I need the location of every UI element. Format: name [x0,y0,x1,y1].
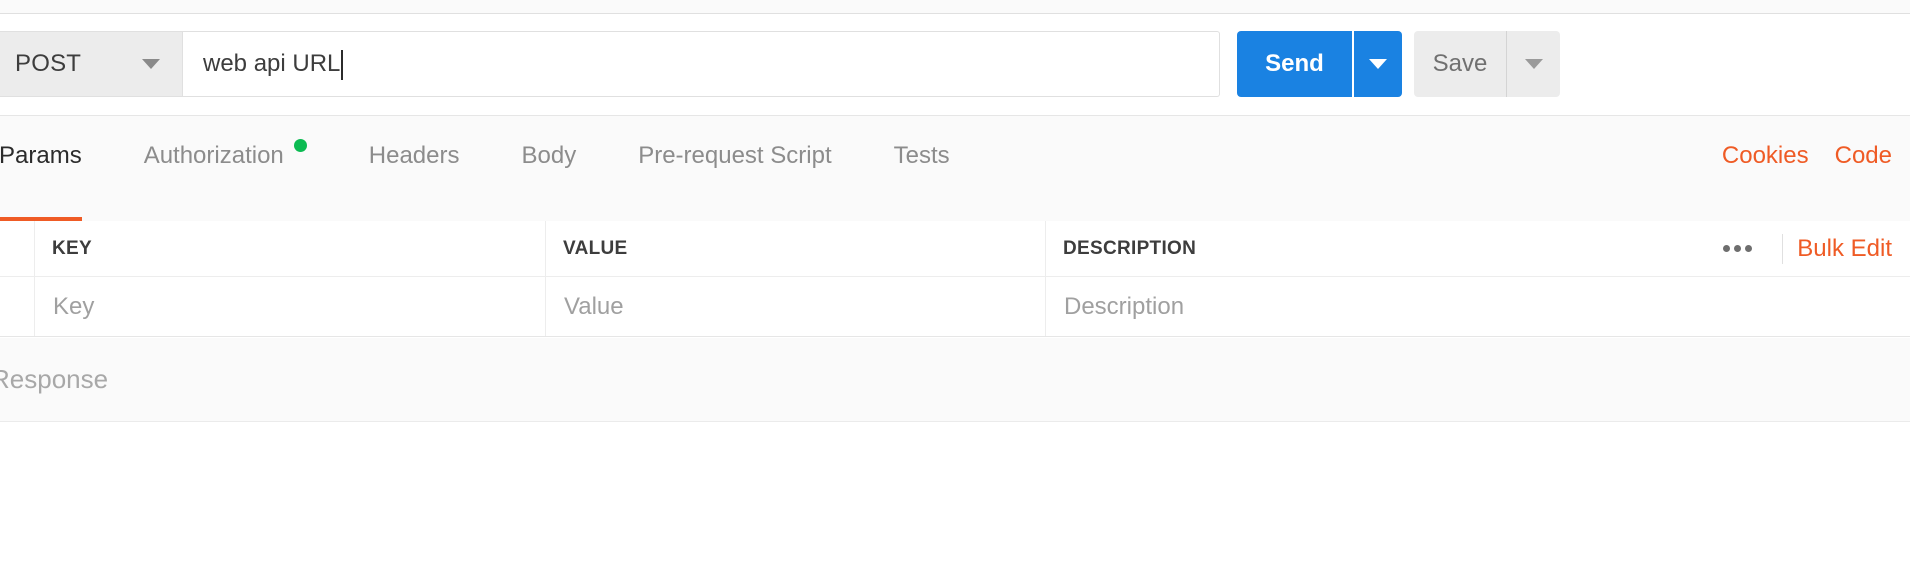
column-header-value-label: VALUE [563,237,628,259]
param-description-input[interactable]: Description [1046,277,1910,336]
ellipsis-dot-2 [1734,245,1742,252]
response-title: Response [0,364,109,394]
tab-pre-request-script-label: Pre-request Script [638,142,832,169]
tools-divider [1782,233,1784,264]
param-key-input[interactable]: Key [35,277,546,336]
http-method-select[interactable]: POST [0,31,183,97]
send-options-button[interactable] [1354,31,1402,97]
tab-body-label: Body [521,142,577,169]
chevron-down-icon [1369,59,1387,69]
column-header-value: VALUE [546,221,1046,276]
postman-request-builder: POST web api URL Send Save Params Author… [0,0,1910,582]
tab-params-label: Params [0,142,82,169]
ellipsis-dot-1 [1723,245,1731,252]
request-tab-bar: Params Authorization Headers Body Pre-re… [0,115,1910,222]
save-button-group: Save [1414,31,1560,97]
tab-params[interactable]: Params [0,138,113,222]
row-checkbox-cell[interactable] [0,277,35,336]
tab-tests[interactable]: Tests [863,138,981,222]
column-header-key: KEY [35,221,546,276]
params-table: KEY VALUE DESCRIPTION Bulk Edit Key Valu… [0,221,1910,337]
ellipsis-icon[interactable] [1707,245,1768,252]
param-description-placeholder: Description [1064,292,1185,320]
column-header-description-label: DESCRIPTION [1063,237,1197,259]
params-table-tools: Bulk Edit [1707,233,1892,264]
param-value-placeholder: Value [564,292,624,320]
column-header-key-label: KEY [52,237,92,259]
http-method-label: POST [15,50,82,77]
tab-pre-request-script[interactable]: Pre-request Script [607,138,862,222]
tab-authorization-label: Authorization [143,142,284,169]
bulk-edit-link[interactable]: Bulk Edit [1797,235,1892,263]
ellipsis-dot-3 [1745,245,1753,252]
tab-authorization[interactable]: Authorization [113,138,338,222]
param-value-input[interactable]: Value [546,277,1046,336]
save-options-button[interactable] [1507,31,1560,97]
send-button-label: Send [1265,50,1324,77]
request-tabs: Params Authorization Headers Body Pre-re… [0,138,981,222]
tab-headers-label: Headers [368,142,460,169]
request-url-value: web api URL [203,50,341,77]
save-button[interactable]: Save [1414,31,1506,97]
request-url-bar: POST web api URL Send Save [0,15,1910,115]
select-all-cell [0,221,35,276]
send-button-group: Send [1237,31,1402,97]
request-url-input[interactable]: web api URL [183,31,1220,97]
tab-body[interactable]: Body [491,138,608,222]
tab-tests-label: Tests [893,142,950,169]
authorization-status-dot-icon [293,139,307,152]
chevron-down-icon [1524,59,1543,69]
code-link[interactable]: Code [1835,142,1892,170]
param-key-placeholder: Key [53,292,95,320]
text-cursor [341,50,344,80]
tab-bar-actions: Cookies Code [1722,142,1892,170]
params-table-new-row: Key Value Description [0,277,1910,337]
column-header-description: DESCRIPTION Bulk Edit [1046,221,1910,276]
response-section-header: Response [0,338,1910,422]
save-button-label: Save [1432,50,1488,77]
send-group-divider [1352,31,1354,97]
cookies-link[interactable]: Cookies [1722,142,1809,170]
chevron-down-icon [142,59,160,69]
response-section-body [0,423,1910,582]
window-top-strip [0,0,1910,14]
tab-headers[interactable]: Headers [338,138,491,222]
params-table-header-row: KEY VALUE DESCRIPTION Bulk Edit [0,221,1910,277]
send-button[interactable]: Send [1237,31,1352,97]
